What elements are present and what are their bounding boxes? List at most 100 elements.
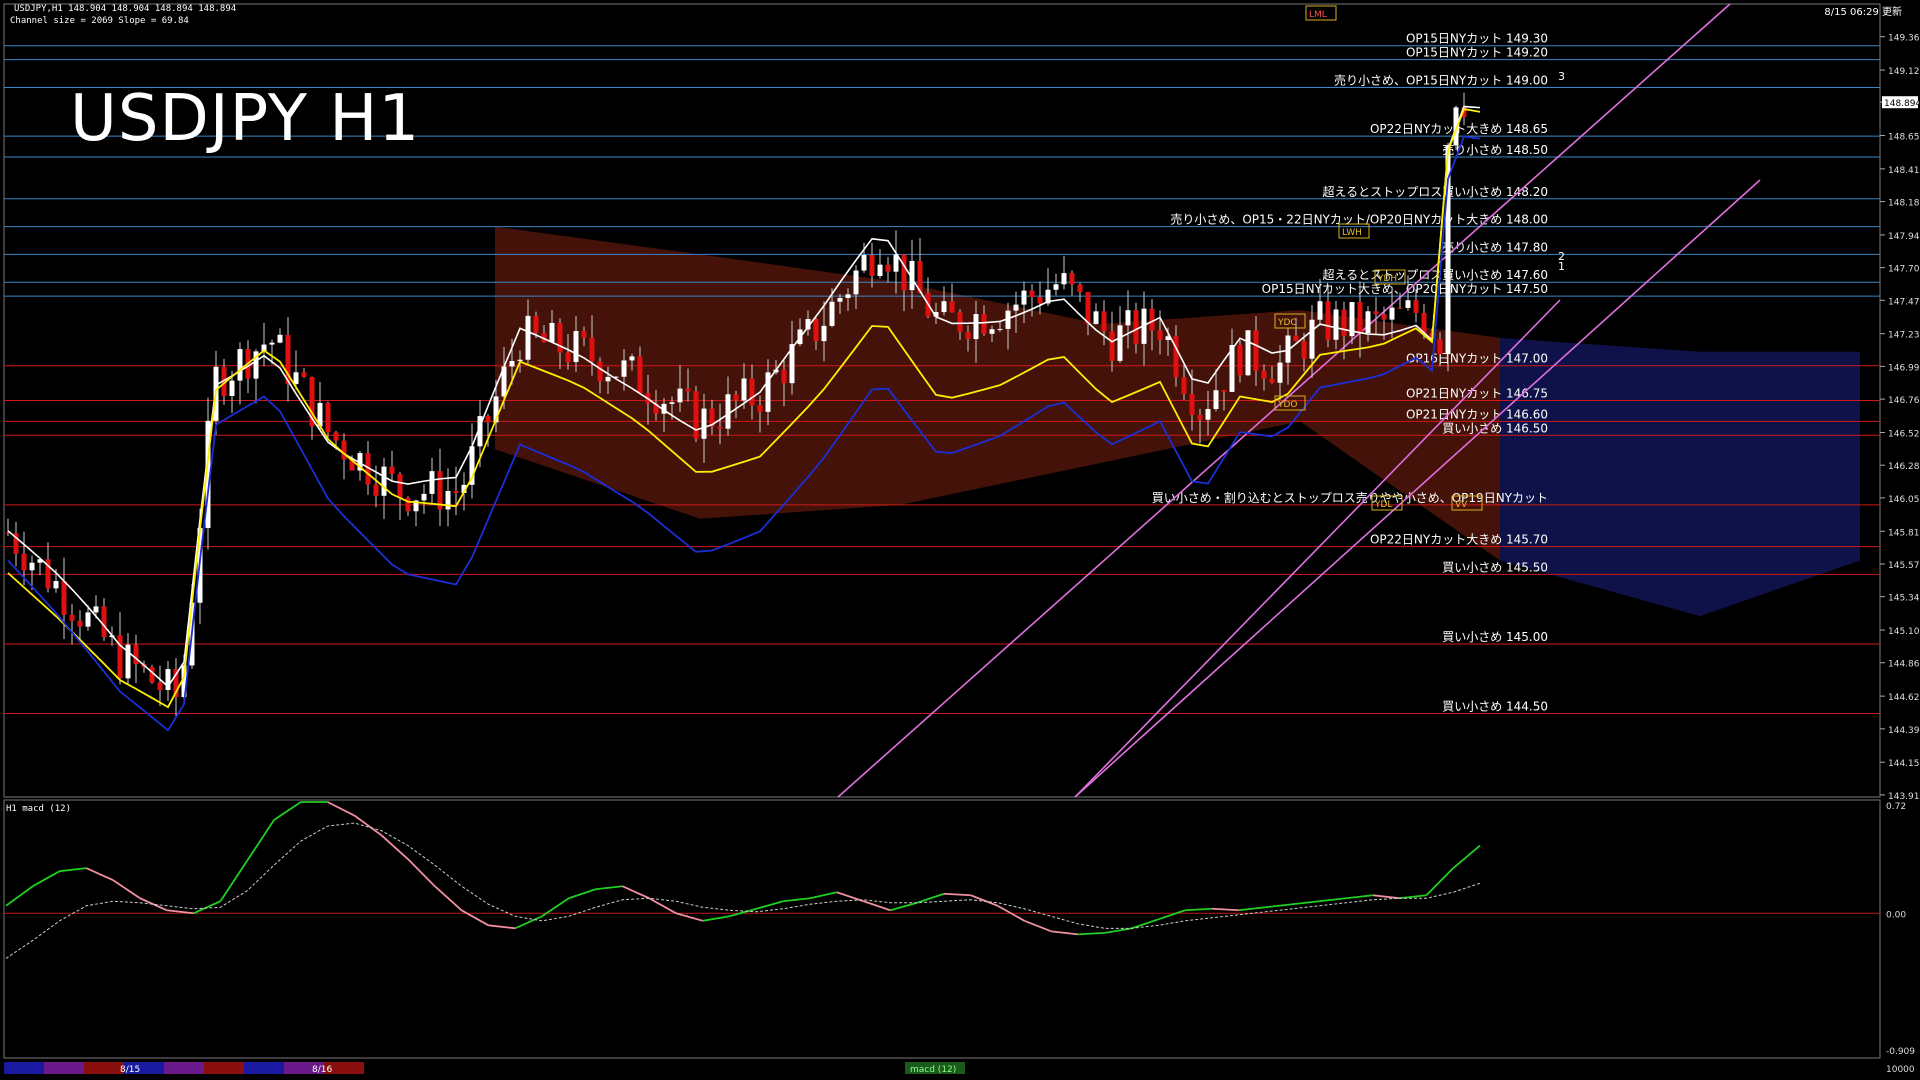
macd-frame <box>3 799 1881 1059</box>
candle-body <box>821 325 827 342</box>
candle-body <box>1373 311 1379 315</box>
candle-body <box>1293 335 1299 341</box>
box-label: YDC <box>1277 318 1297 328</box>
macd-main-segment <box>1104 927 1132 934</box>
candle-body <box>53 581 59 589</box>
macd-main-segment <box>702 915 730 922</box>
candle-body <box>85 612 91 627</box>
macd-main-segment <box>783 897 811 903</box>
candle-body <box>1109 331 1115 361</box>
axis-tick-label: 145.340 <box>1888 594 1920 604</box>
candle-body <box>1013 304 1019 311</box>
axis-tick-label: 148.655 <box>1888 132 1920 142</box>
macd-main-segment <box>1425 867 1454 896</box>
candle-body <box>277 334 283 343</box>
level-label: OP22日NYカット大きめ 145.70 <box>1370 533 1548 547</box>
box-label: LWH <box>1342 228 1362 238</box>
candle-body <box>1061 273 1067 285</box>
candle-body <box>333 432 339 441</box>
macd-main-segment <box>1399 894 1427 900</box>
axis-tick-label: 147.940 <box>1888 232 1920 242</box>
candle-body <box>509 361 515 367</box>
candle-body <box>781 369 787 384</box>
channel-info: Channel size = 2069 Slope = 69.84 <box>10 16 189 26</box>
candle-body <box>1421 312 1427 333</box>
time-band <box>164 1062 204 1074</box>
candle-body <box>1397 307 1403 309</box>
macd-main-segment <box>1345 894 1373 900</box>
candle-body <box>829 301 835 326</box>
candle-body <box>589 337 595 362</box>
candle-body <box>757 405 763 412</box>
axis-tick-label: 148.180 <box>1888 199 1920 209</box>
candle-body <box>373 484 379 496</box>
axis-tick-label: 146.520 <box>1888 429 1920 439</box>
candle-body <box>853 270 859 295</box>
macd-main-segment <box>1211 907 1239 912</box>
macd-main-segment <box>943 892 971 897</box>
candle-body <box>1181 377 1187 395</box>
macd-main-segment <box>32 870 61 888</box>
macd-main-segment <box>1158 909 1186 921</box>
candle-body <box>533 315 539 333</box>
candle-body <box>1173 336 1179 378</box>
candle-body <box>117 635 123 679</box>
axis-tick-label: 144.150 <box>1888 759 1920 769</box>
candle-body <box>1333 309 1339 340</box>
candle-body <box>77 620 83 627</box>
macd-main-segment <box>890 901 918 912</box>
cloud-segment <box>700 254 900 519</box>
candle-body <box>685 388 691 392</box>
time-band <box>244 1062 284 1074</box>
price-chart[interactable]: OP15日NYカット 149.30OP15日NYカット 149.20 売り小さめ、… <box>0 0 1920 1080</box>
candle-body <box>741 378 747 401</box>
subwindow-label: H1 macd (12) <box>6 804 72 814</box>
level-label: OP21日NYカット 146.60 <box>1406 407 1548 421</box>
candle-body <box>397 474 403 498</box>
candle-body <box>837 297 843 302</box>
time-band <box>4 1062 44 1074</box>
axis-tick-label: 145.575 <box>1888 561 1920 571</box>
candle-body <box>1021 290 1027 305</box>
axis-tick-label: 147.230 <box>1888 331 1920 341</box>
channel-mark: 3 <box>1558 70 1565 83</box>
level-label: OP21日NYカット 146.75 <box>1406 387 1548 401</box>
candle-body <box>21 553 27 571</box>
candle-body <box>1341 309 1347 337</box>
macd-main-segment <box>729 907 757 918</box>
candle-body <box>1269 378 1275 383</box>
axis-tick-label: 144.390 <box>1888 726 1920 736</box>
level-label: 買い小さめ 146.50 <box>1442 421 1548 435</box>
candle-body <box>525 315 531 360</box>
candle-body <box>1149 308 1155 331</box>
channel-mark: 1 <box>1558 260 1565 273</box>
candle-body <box>1237 344 1243 376</box>
candle-body <box>149 667 155 683</box>
candle-body <box>293 372 299 384</box>
time-band <box>84 1062 124 1074</box>
axis-tick-label: 149.365 <box>1888 34 1920 44</box>
price-axis: 149.365149.125148.895148.655148.415148.1… <box>1880 34 1920 802</box>
macd-main-segment <box>1238 906 1266 912</box>
macd-panel: 0.72 0.00 -0.909 <box>4 801 1915 1057</box>
candle-body <box>549 322 555 343</box>
macd-main-segment <box>273 801 302 821</box>
level-label: OP16日NYカット 147.00 <box>1406 352 1548 366</box>
candle-body <box>301 372 307 377</box>
macd-main-segment <box>1372 894 1400 900</box>
axis-tick-label: 147.705 <box>1888 265 1920 275</box>
level-label: 買い小さめ・割り込むとストップロス売りやや小さめ、OP19日NYカット <box>1152 490 1548 505</box>
candle-body <box>701 408 707 439</box>
axis-tick-label: 149.125 <box>1888 67 1920 77</box>
level-label: 買い小さめ 145.50 <box>1442 560 1548 574</box>
date-label: 8/15 <box>120 1065 140 1075</box>
candle-body <box>61 581 67 615</box>
date-label: 8/16 <box>312 1065 332 1075</box>
candle-body <box>1213 390 1219 409</box>
candle-body <box>981 314 987 334</box>
candle-body <box>1077 284 1083 292</box>
candle-body <box>749 378 755 406</box>
candle-body <box>381 466 387 496</box>
macd-main-segment <box>112 879 141 899</box>
level-label: 売り小さめ、OP15日NYカット 149.00 <box>1334 72 1548 87</box>
